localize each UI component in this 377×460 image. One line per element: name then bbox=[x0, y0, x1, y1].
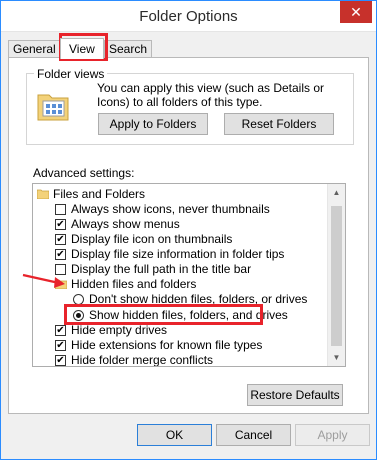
title-bar[interactable]: Folder Options ✕ bbox=[1, 1, 376, 32]
list-item-label: Display file size information in folder … bbox=[71, 247, 285, 261]
checkbox[interactable]: ✔ bbox=[55, 325, 66, 336]
scroll-up-icon[interactable]: ▲ bbox=[328, 184, 345, 201]
ok-button[interactable]: OK bbox=[137, 424, 212, 446]
checkbox[interactable]: ✔ bbox=[55, 355, 66, 366]
list-item-label: Always show icons, never thumbnails bbox=[71, 202, 270, 216]
advanced-settings-label: Advanced settings: bbox=[33, 166, 135, 180]
list-item-label: Hide extensions for known file types bbox=[71, 338, 263, 352]
list-item-label: Display file icon on thumbnails bbox=[71, 232, 233, 246]
vertical-scrollbar[interactable]: ▲ ▼ bbox=[327, 184, 345, 366]
list-item-label: Display the full path in the title bar bbox=[71, 262, 252, 276]
reset-folders-button[interactable]: Reset Folders bbox=[224, 113, 334, 135]
close-icon: ✕ bbox=[350, 3, 362, 20]
checkbox[interactable]: ✔ bbox=[55, 234, 66, 245]
close-button[interactable]: ✕ bbox=[340, 1, 372, 23]
folder-icon bbox=[37, 189, 49, 199]
checkbox[interactable]: ✔ bbox=[55, 249, 66, 260]
checkbox[interactable]: ✔ bbox=[55, 340, 66, 351]
scroll-down-icon[interactable]: ▼ bbox=[328, 349, 345, 366]
list-item-label: Hide empty drives bbox=[71, 323, 168, 337]
folder-views-description: You can apply this view (such as Details… bbox=[97, 81, 325, 109]
scroll-thumb[interactable] bbox=[331, 206, 342, 346]
checkbox[interactable] bbox=[55, 204, 66, 215]
folder-views-title: Folder views bbox=[34, 67, 108, 81]
apply-button: Apply bbox=[295, 424, 370, 446]
tree-group-label: Hidden files and folders bbox=[71, 277, 197, 291]
window-title: Folder Options bbox=[139, 8, 238, 25]
annotation-box-show-hidden bbox=[64, 304, 263, 325]
tree-root-label: Files and Folders bbox=[53, 187, 146, 201]
list-item-label: Hide folder merge conflicts bbox=[71, 353, 214, 367]
annotation-arrow-icon bbox=[22, 273, 65, 288]
restore-defaults-button[interactable]: Restore Defaults bbox=[247, 384, 343, 406]
checkbox[interactable]: ✔ bbox=[55, 219, 66, 230]
apply-to-folders-button[interactable]: Apply to Folders bbox=[98, 113, 208, 135]
tab-general[interactable]: General bbox=[8, 40, 61, 58]
folder-options-window: Folder Options ✕ General View Search Fol… bbox=[0, 0, 377, 460]
tab-search[interactable]: Search bbox=[104, 40, 153, 58]
tab-view[interactable]: View bbox=[60, 38, 104, 59]
list-item-label: Always show menus bbox=[71, 217, 180, 231]
advanced-settings-list[interactable]: Files and Folders Always show icons, nev… bbox=[32, 183, 346, 367]
cancel-button[interactable]: Cancel bbox=[216, 424, 291, 446]
folder-views-icon bbox=[37, 94, 69, 121]
